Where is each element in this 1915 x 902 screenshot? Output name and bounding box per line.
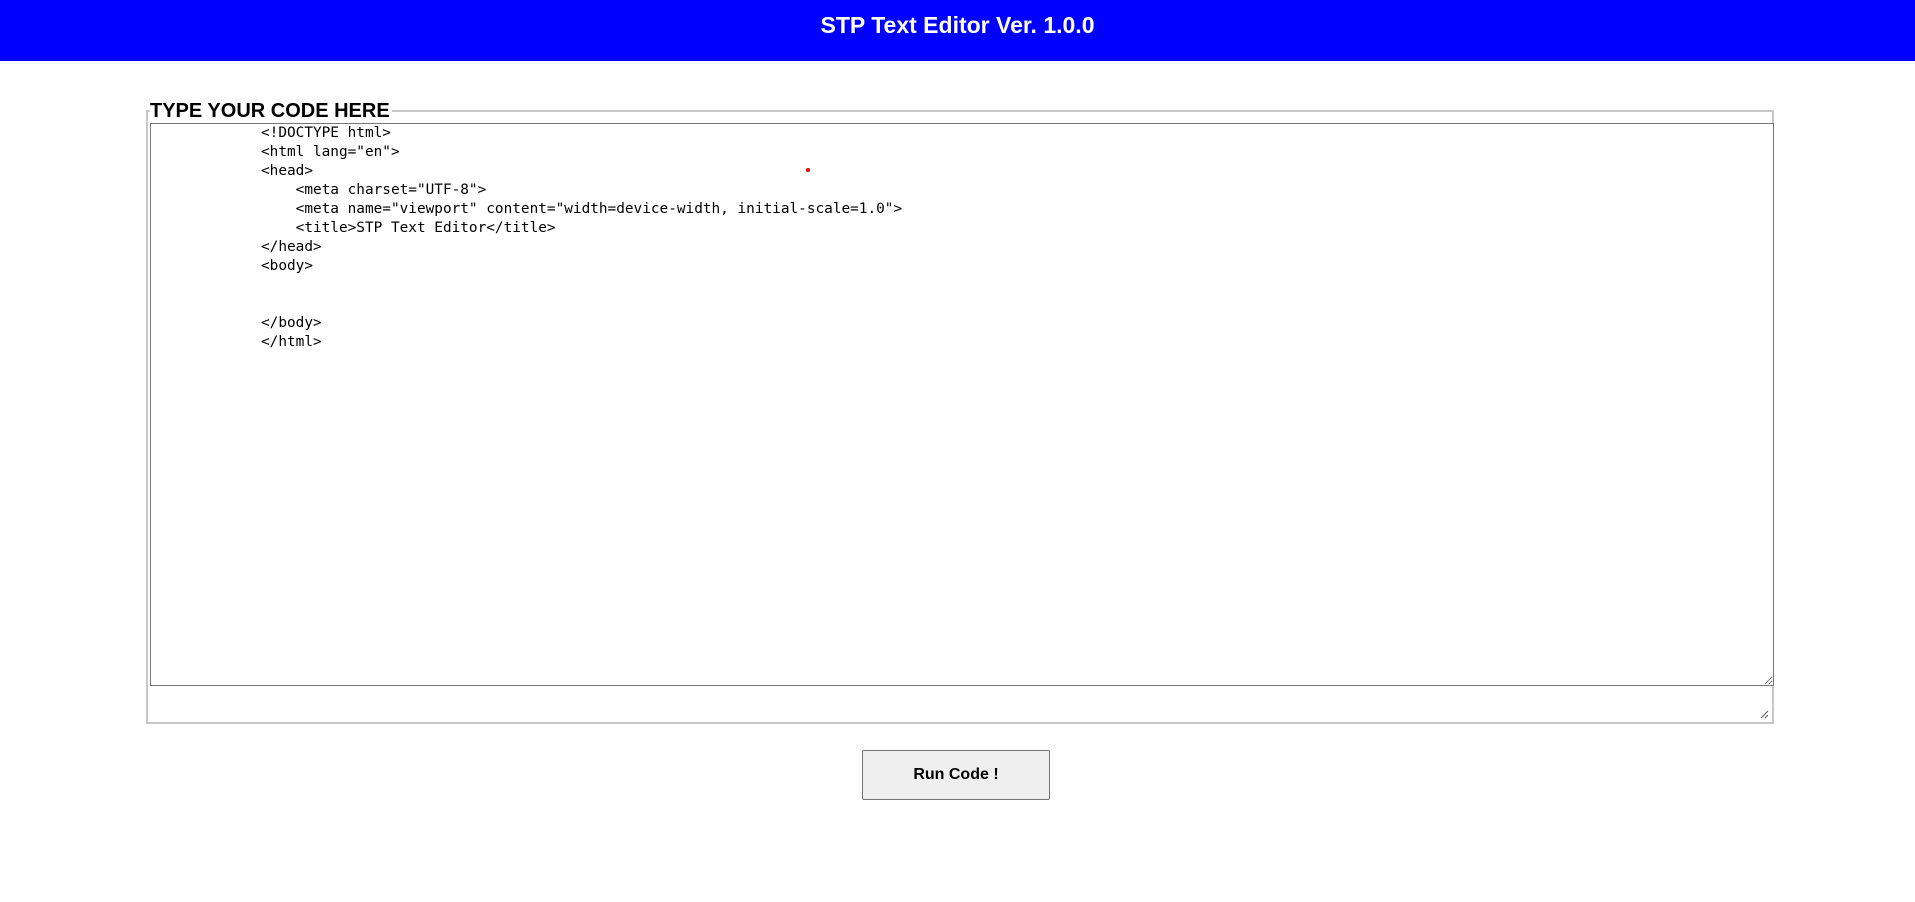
editor-legend: TYPE YOUR CODE HERE [150,100,392,122]
app-header: STP Text Editor Ver. 1.0.0 [0,0,1915,61]
code-editor-fieldset: TYPE YOUR CODE HERE <!DOCTYPE html> <htm… [146,100,1774,724]
mouse-cursor-dot [806,168,810,172]
code-textarea[interactable]: <!DOCTYPE html> <html lang="en"> <head> … [150,123,1774,686]
resize-grip-icon[interactable] [1759,709,1769,719]
app-title: STP Text Editor Ver. 1.0.0 [820,12,1095,38]
run-code-button[interactable]: Run Code ! [862,750,1050,800]
